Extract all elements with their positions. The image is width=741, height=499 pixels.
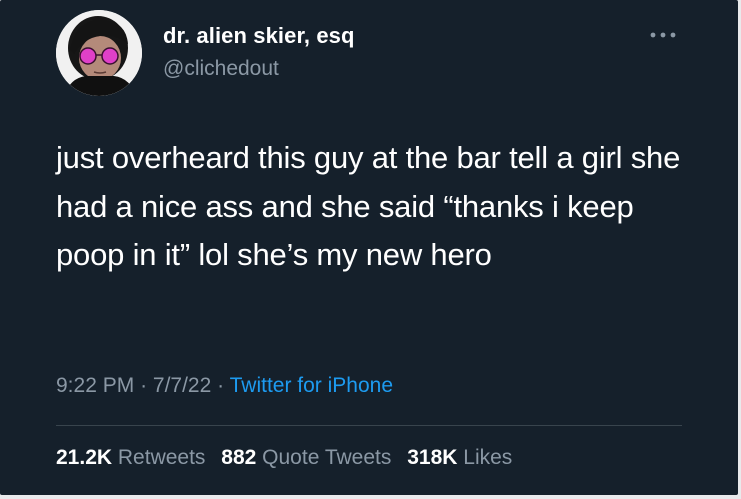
tweet-date[interactable]: 7/7/22: [153, 374, 211, 397]
tweet-time[interactable]: 9:22 PM: [56, 374, 134, 397]
retweets-label: Retweets: [117, 446, 206, 469]
tweet-metadata: 9:22 PM · 7/7/22 · Twitter for iPhone: [56, 374, 393, 398]
tweet-text: just overheard this guy at the bar tell …: [56, 140, 681, 272]
tweet-source-link[interactable]: Twitter for iPhone: [230, 374, 393, 397]
avatar-image: [56, 10, 142, 96]
more-horizontal-icon[interactable]: [648, 28, 678, 42]
engagement-stats: 21.2K Retweets 882 Quote Tweets 318K Lik…: [56, 446, 512, 470]
quote-tweets-count: 882: [221, 446, 257, 469]
retweets-count: 21.2K: [56, 446, 113, 469]
quote-tweets-label: Quote Tweets: [262, 446, 392, 469]
quote-tweets-stat[interactable]: 882 Quote Tweets: [221, 446, 391, 469]
tweet-card: dr. alien skier, esq @clichedout just ov…: [0, 0, 738, 495]
author-handle[interactable]: @clichedout: [163, 57, 279, 81]
divider: [56, 425, 682, 426]
likes-count: 318K: [407, 446, 458, 469]
meta-separator: ·: [217, 374, 225, 397]
likes-label: Likes: [463, 446, 513, 469]
retweets-stat[interactable]: 21.2K Retweets: [56, 446, 205, 469]
author-display-name[interactable]: dr. alien skier, esq: [163, 23, 355, 49]
avatar[interactable]: [56, 10, 142, 96]
likes-stat[interactable]: 318K Likes: [407, 446, 512, 469]
meta-separator: ·: [140, 374, 148, 397]
